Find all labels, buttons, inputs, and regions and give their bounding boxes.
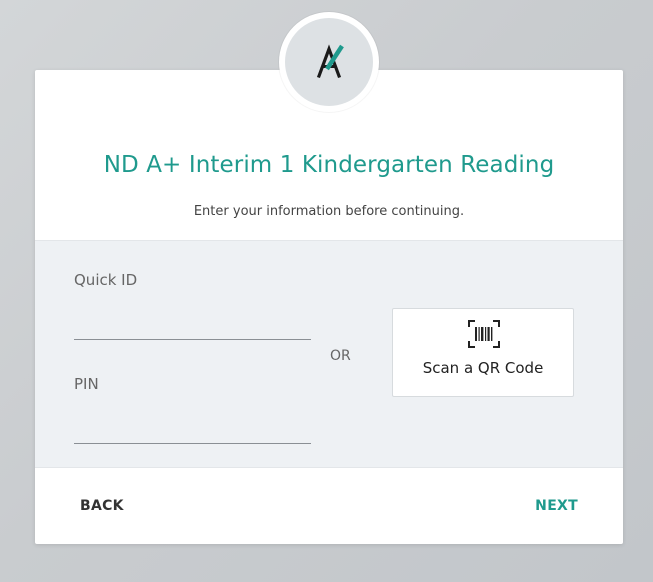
- pin-input[interactable]: [74, 417, 311, 444]
- logo-circle: [285, 18, 373, 106]
- pin-label: PIN: [74, 375, 99, 393]
- login-form-panel: Quick ID PIN OR Scan a QR Code: [35, 240, 623, 468]
- logo-badge: [279, 12, 379, 112]
- login-card: ND A+ Interim 1 Kindergarten Reading Ent…: [35, 12, 623, 544]
- page-subtitle: Enter your information before continuing…: [193, 204, 465, 219]
- quick-id-input[interactable]: [74, 313, 311, 340]
- back-button[interactable]: BACK: [80, 498, 124, 514]
- scan-qr-code-label: Scan a QR Code: [422, 359, 544, 377]
- quick-id-label: Quick ID: [74, 271, 138, 289]
- barcode-scan-icon: [468, 320, 500, 348]
- a-plus-logo-icon: [316, 44, 344, 79]
- page-title: ND A+ Interim 1 Kindergarten Reading: [103, 152, 555, 178]
- or-separator: OR: [330, 348, 351, 364]
- scan-qr-code-button[interactable]: Scan a QR Code: [392, 308, 574, 397]
- next-button[interactable]: NEXT: [535, 498, 578, 514]
